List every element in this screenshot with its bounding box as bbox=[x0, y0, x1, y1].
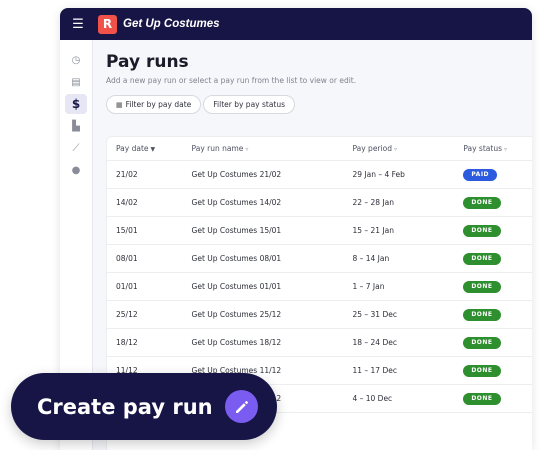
filter-label: Filter by pay date bbox=[125, 100, 192, 109]
sidebar-item-pay-runs[interactable]: $ bbox=[65, 94, 87, 114]
pencil-icon bbox=[225, 390, 258, 423]
sidebar-item-reports[interactable]: ▙ bbox=[65, 116, 87, 136]
pay-date-cell: 08/01 bbox=[116, 254, 138, 263]
pay-period-cell: 25 – 31 Dec bbox=[352, 310, 397, 319]
table-row[interactable]: 25/12 Get Up Costumes 25/12 25 – 31 Dec DON… bbox=[107, 301, 532, 329]
create-pay-run-label: Create pay run bbox=[37, 394, 213, 419]
column-header-pay-date[interactable]: Pay date ▼ bbox=[107, 144, 192, 153]
pay-status-cell: DONE bbox=[463, 336, 532, 349]
status-badge: DONE bbox=[463, 252, 501, 265]
app-title: Get Up Costumes bbox=[123, 18, 220, 30]
sort-desc-icon: ▼ bbox=[150, 146, 156, 153]
sort-icon: ▿ bbox=[503, 146, 507, 153]
sort-icon: ▿ bbox=[393, 146, 397, 153]
pay-period-cell: 15 – 21 Jan bbox=[352, 226, 395, 235]
status-badge: DONE bbox=[463, 196, 501, 209]
table-header: Pay date ▼ Pay run name ▿ Pay period ▿ Pay … bbox=[107, 137, 532, 161]
filter-bar: ▦ Filter by pay date Filter by pay statu… bbox=[106, 95, 532, 114]
status-badge: DONE bbox=[463, 280, 501, 293]
filter-by-pay-date-button[interactable]: ▦ Filter by pay date bbox=[106, 95, 202, 114]
column-header-pay-run-name[interactable]: Pay run name ▿ bbox=[192, 144, 353, 153]
pay-date-cell: 01/01 bbox=[116, 282, 138, 291]
pay-date-cell: 14/02 bbox=[116, 198, 138, 207]
table-row[interactable]: 08/01 Get Up Costumes 08/01 8 – 14 Jan DONE bbox=[107, 245, 532, 273]
status-badge: DONE bbox=[463, 364, 501, 377]
pay-date-cell: 21/02 bbox=[116, 170, 138, 179]
pay-status-cell: DONE bbox=[463, 364, 532, 377]
top-bar: ☰ R Get Up Costumes bbox=[60, 8, 532, 40]
pay-period-cell: 1 – 7 Jan bbox=[352, 282, 385, 291]
card-icon: ▤ bbox=[71, 76, 81, 88]
table-row[interactable]: 18/12 Get Up Costumes 18/12 18 – 24 Dec DON… bbox=[107, 329, 532, 357]
page-subtitle: Add a new pay run or select a pay run fr… bbox=[106, 76, 357, 85]
create-pay-run-button[interactable]: Create pay run bbox=[11, 373, 277, 440]
pay-run-name-cell: Get Up Costumes 18/12 bbox=[191, 338, 282, 347]
table-row[interactable]: 01/01 Get Up Costumes 01/01 1 – 7 Jan DONE bbox=[107, 273, 532, 301]
line-chart-icon: ⟋ bbox=[72, 142, 80, 154]
column-label: Pay date bbox=[116, 144, 149, 153]
sidebar-item-payslip[interactable]: ▤ bbox=[65, 72, 87, 92]
column-header-pay-status[interactable]: Pay status ▿ bbox=[463, 144, 532, 153]
status-badge: DONE bbox=[463, 308, 501, 321]
pay-run-name-cell: Get Up Costumes 08/01 bbox=[191, 254, 282, 263]
pay-status-cell: DONE bbox=[463, 308, 532, 321]
clock-icon: ◷ bbox=[71, 54, 81, 66]
pay-period-cell: 18 – 24 Dec bbox=[352, 338, 397, 347]
pay-status-cell: DONE bbox=[463, 224, 532, 237]
column-header-pay-period[interactable]: Pay period ▿ bbox=[352, 144, 463, 153]
pay-run-name-cell: Get Up Costumes 21/02 bbox=[191, 170, 282, 179]
pay-status-cell: PAID bbox=[463, 168, 532, 181]
table-row[interactable]: 21/02 Get Up Costumes 21/02 29 Jan – 4 Feb… bbox=[107, 161, 532, 189]
sidebar-item-clock[interactable]: ◷ bbox=[65, 50, 87, 70]
pay-run-name-cell: Get Up Costumes 25/12 bbox=[191, 310, 282, 319]
sort-icon: ▿ bbox=[245, 146, 249, 153]
column-label: Pay period bbox=[352, 144, 392, 153]
pay-run-name-cell: Get Up Costumes 01/01 bbox=[191, 282, 282, 291]
pay-period-cell: 8 – 14 Jan bbox=[352, 254, 390, 263]
pay-date-cell: 25/12 bbox=[116, 310, 138, 319]
logo: R bbox=[98, 14, 117, 34]
page-title: Pay runs bbox=[106, 52, 189, 72]
person-icon: ● bbox=[71, 164, 81, 176]
pay-status-cell: DONE bbox=[463, 280, 532, 293]
table-row[interactable]: 15/01 Get Up Costumes 15/01 15 – 21 Jan DON… bbox=[107, 217, 532, 245]
status-badge: DONE bbox=[463, 392, 501, 405]
pay-run-name-cell: Get Up Costumes 14/02 bbox=[191, 198, 282, 207]
pay-period-cell: 11 – 17 Dec bbox=[352, 366, 397, 375]
sidebar-item-analytics[interactable]: ⟋ bbox=[65, 138, 87, 158]
pay-status-cell: DONE bbox=[463, 252, 532, 265]
calendar-icon: ▦ bbox=[116, 100, 123, 109]
bar-chart-icon: ▙ bbox=[72, 120, 80, 132]
status-badge: PAID bbox=[463, 168, 498, 181]
hamburger-icon[interactable]: ☰ bbox=[70, 17, 86, 32]
pay-date-cell: 18/12 bbox=[116, 338, 138, 347]
filter-by-pay-status-button[interactable]: Filter by pay status bbox=[203, 95, 296, 114]
pay-status-cell: DONE bbox=[463, 196, 532, 209]
column-label: Pay status bbox=[463, 144, 502, 153]
status-badge: DONE bbox=[463, 336, 501, 349]
pay-period-cell: 4 – 10 Dec bbox=[352, 394, 393, 403]
pay-run-name-cell: Get Up Costumes 15/01 bbox=[191, 226, 282, 235]
pay-period-cell: 22 – 28 Jan bbox=[352, 198, 395, 207]
column-label: Pay run name bbox=[191, 144, 244, 153]
table-row[interactable]: 14/02 Get Up Costumes 14/02 22 – 28 Jan DON… bbox=[107, 189, 532, 217]
pay-date-cell: 15/01 bbox=[116, 226, 138, 235]
sidebar-item-people[interactable]: ● bbox=[65, 160, 87, 180]
pay-status-cell: DONE bbox=[463, 392, 532, 405]
filter-label: Filter by pay status bbox=[213, 100, 286, 109]
status-badge: DONE bbox=[463, 224, 501, 237]
dollar-icon: $ bbox=[71, 97, 81, 111]
pay-period-cell: 29 Jan – 4 Feb bbox=[352, 170, 405, 179]
